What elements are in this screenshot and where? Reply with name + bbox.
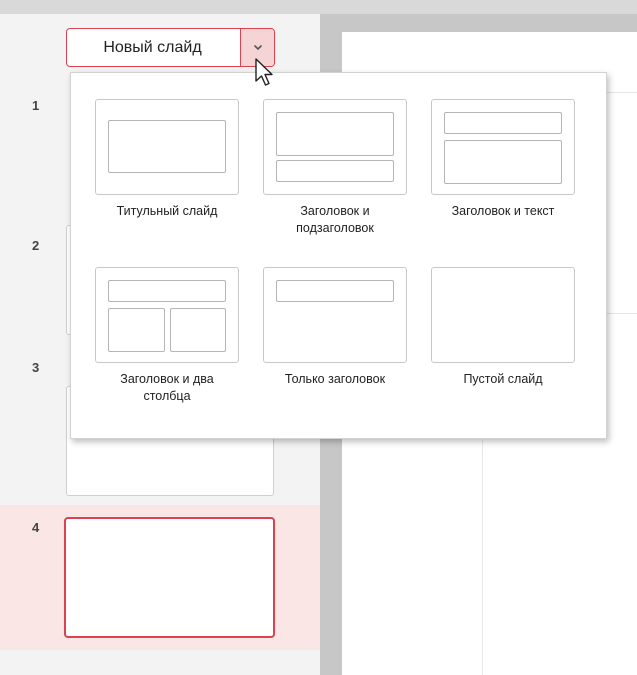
layout-label: Титульный слайд bbox=[116, 204, 218, 218]
canvas-guide-line bbox=[482, 440, 483, 675]
placeholder-box bbox=[444, 112, 562, 134]
layout-label: Заголовок и два столбца bbox=[120, 372, 214, 403]
placeholder-box bbox=[276, 112, 394, 156]
layout-thumbnail bbox=[263, 267, 407, 363]
layout-dropdown-menu: Титульный слайд Заголовок и подзаголовок… bbox=[70, 72, 607, 439]
chevron-down-icon bbox=[253, 44, 262, 50]
placeholder-box bbox=[108, 308, 165, 352]
layout-title-subtitle[interactable]: Заголовок и подзаголовок bbox=[260, 99, 410, 237]
layout-blank[interactable]: Пустой слайд bbox=[428, 267, 578, 388]
new-slide-button[interactable]: Новый слайд bbox=[67, 29, 240, 66]
layout-label: Только заголовок bbox=[284, 372, 386, 386]
layout-label: Заголовок и текст bbox=[451, 204, 555, 218]
layout-thumbnail bbox=[263, 99, 407, 195]
new-slide-split-button: Новый слайд bbox=[66, 28, 275, 67]
slide-number: 3 bbox=[32, 360, 40, 375]
placeholder-box bbox=[108, 120, 226, 173]
layout-title-two-columns[interactable]: Заголовок и два столбца bbox=[92, 267, 242, 405]
layout-title-only[interactable]: Только заголовок bbox=[260, 267, 410, 388]
layout-label: Заголовок и подзаголовок bbox=[296, 204, 374, 235]
layout-thumbnail bbox=[95, 267, 239, 363]
placeholder-box bbox=[108, 280, 226, 302]
layout-thumbnail bbox=[431, 267, 575, 363]
layout-thumbnail bbox=[95, 99, 239, 195]
placeholder-box bbox=[444, 140, 562, 184]
slide-number: 4 bbox=[32, 520, 40, 535]
layout-title-slide[interactable]: Титульный слайд bbox=[92, 99, 242, 220]
slide-number: 2 bbox=[32, 238, 40, 253]
placeholder-box bbox=[276, 160, 394, 182]
layout-label: Пустой слайд bbox=[463, 372, 543, 386]
new-slide-label: Новый слайд bbox=[103, 38, 202, 56]
layout-thumbnail bbox=[431, 99, 575, 195]
layout-title-text[interactable]: Заголовок и текст bbox=[428, 99, 578, 220]
placeholder-box bbox=[170, 308, 226, 352]
slide-thumbnail-selected[interactable] bbox=[64, 517, 275, 638]
mouse-pointer-icon bbox=[255, 58, 273, 86]
slide-number: 1 bbox=[32, 98, 40, 113]
top-toolbar-strip bbox=[0, 0, 637, 14]
placeholder-box bbox=[276, 280, 394, 302]
